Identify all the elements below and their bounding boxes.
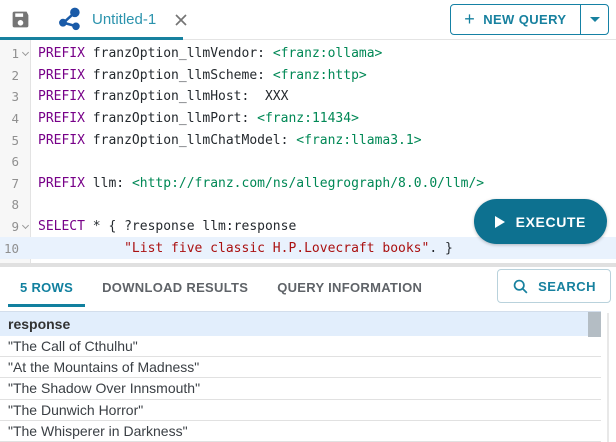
top-bar: Untitled-1 + NEW QUERY	[0, 0, 616, 40]
save-button[interactable]	[9, 9, 31, 31]
line-number: 4	[0, 111, 31, 126]
search-icon	[512, 278, 529, 295]
fold-chevron-icon[interactable]	[21, 49, 28, 56]
line-number: 1	[0, 46, 31, 61]
execute-label: EXECUTE	[516, 214, 586, 230]
table-row[interactable]: "The Shadow Over Innsmouth"	[0, 378, 601, 399]
line-number: 3	[0, 89, 31, 104]
query-editor[interactable]: 1PREFIX franzOption_llmVendor: <franz:ol…	[0, 40, 616, 263]
table-row[interactable]: "The Call of Cthulhu"	[0, 336, 601, 357]
code-line[interactable]: 5PREFIX franzOption_llmChatModel: <franz…	[0, 129, 616, 151]
search-button[interactable]: SEARCH	[497, 269, 611, 303]
chevron-down-icon	[590, 17, 600, 22]
scrollbar-track	[607, 313, 609, 442]
query-view: Untitled-1 + NEW QUERY 1PREFIX franzOpti…	[0, 0, 616, 442]
save-icon	[10, 9, 31, 30]
table-header: response	[0, 311, 601, 336]
table-row[interactable]: "The Dunwich Horror"	[0, 400, 601, 421]
results-table-body: "The Call of Cthulhu""At the Mountains o…	[0, 336, 616, 442]
table-row[interactable]: "At the Mountains of Madness"	[0, 357, 601, 378]
execute-button[interactable]: EXECUTE	[474, 199, 607, 244]
new-query-main[interactable]: + NEW QUERY	[451, 5, 579, 34]
new-query-label: NEW QUERY	[483, 12, 566, 27]
tab-title: Untitled-1	[92, 11, 156, 28]
tab-untitled-1[interactable]: Untitled-1	[57, 7, 190, 33]
table-row[interactable]: "The Whisperer in Darkness"	[0, 421, 601, 442]
line-number: 8	[0, 197, 31, 212]
code-line[interactable]: 6	[0, 151, 616, 173]
tab-rows[interactable]: 5 ROWS	[8, 267, 85, 307]
code-line[interactable]: 4PREFIX franzOption_llmPort: <franz:1143…	[0, 108, 616, 130]
code-line[interactable]: 7PREFIX llm: <http://franz.com/ns/allegr…	[0, 173, 616, 195]
line-number: 9	[0, 219, 31, 234]
results-panel: 5 ROWS DOWNLOAD RESULTS QUERY INFORMATIO…	[0, 267, 616, 442]
results-table: response "The Call of Cthulhu""At the Mo…	[0, 311, 616, 442]
search-label: SEARCH	[538, 279, 596, 294]
code-line[interactable]: 3PREFIX franzOption_llmHost: XXX	[0, 86, 616, 108]
close-tab-icon[interactable]	[172, 11, 190, 29]
column-header-response: response	[8, 316, 70, 332]
plus-icon: +	[464, 10, 475, 28]
tab-download-results[interactable]: DOWNLOAD RESULTS	[90, 267, 260, 307]
new-query-button[interactable]: + NEW QUERY	[450, 4, 609, 35]
tab-query-information[interactable]: QUERY INFORMATION	[265, 267, 434, 307]
line-number: 2	[0, 68, 31, 83]
graph-nodes-icon	[57, 7, 83, 33]
code-line[interactable]: 1PREFIX franzOption_llmVendor: <franz:ol…	[0, 43, 616, 65]
scrollbar-thumb[interactable]	[588, 312, 601, 337]
play-icon	[495, 216, 505, 228]
new-query-dropdown[interactable]	[581, 5, 608, 34]
line-number: 7	[0, 176, 31, 191]
code-line[interactable]: 2PREFIX franzOption_llmScheme: <franz:ht…	[0, 65, 616, 87]
line-number: 6	[0, 154, 31, 169]
line-number: 10	[0, 241, 31, 256]
fold-chevron-icon[interactable]	[21, 222, 28, 229]
line-number: 5	[0, 133, 31, 148]
